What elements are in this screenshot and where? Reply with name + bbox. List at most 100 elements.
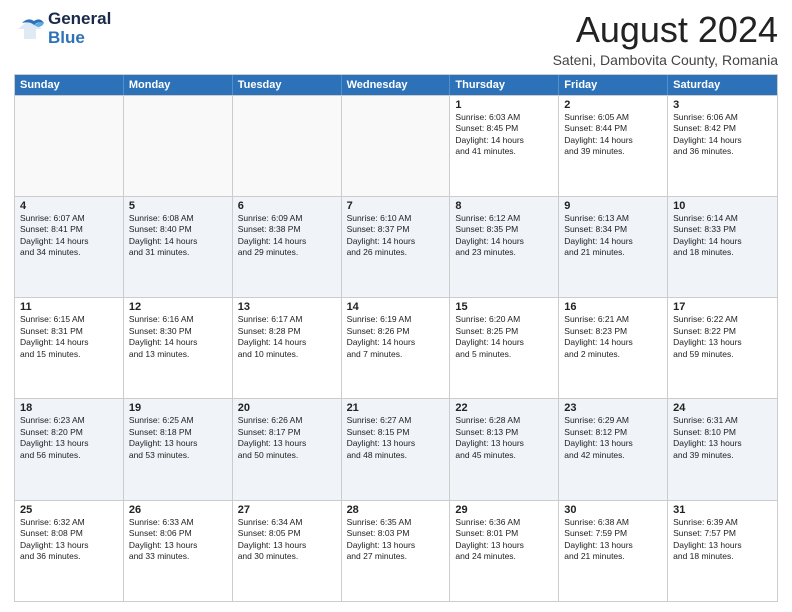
day-number: 27: [238, 504, 336, 516]
calendar-cell: 30Sunrise: 6:38 AM Sunset: 7:59 PM Dayli…: [559, 501, 668, 601]
calendar-cell: 27Sunrise: 6:34 AM Sunset: 8:05 PM Dayli…: [233, 501, 342, 601]
day-info: Sunrise: 6:35 AM Sunset: 8:03 PM Dayligh…: [347, 517, 445, 563]
calendar-header: Sunday Monday Tuesday Wednesday Thursday…: [15, 75, 777, 95]
day-number: 22: [455, 402, 553, 414]
calendar-cell: [124, 96, 233, 196]
calendar-row-2: 4Sunrise: 6:07 AM Sunset: 8:41 PM Daylig…: [15, 196, 777, 297]
day-info: Sunrise: 6:06 AM Sunset: 8:42 PM Dayligh…: [673, 112, 772, 158]
header-wednesday: Wednesday: [342, 75, 451, 95]
day-number: 16: [564, 301, 662, 313]
calendar-cell: 31Sunrise: 6:39 AM Sunset: 7:57 PM Dayli…: [668, 501, 777, 601]
header-thursday: Thursday: [450, 75, 559, 95]
day-number: 26: [129, 504, 227, 516]
calendar-cell: [233, 96, 342, 196]
calendar-row-1: 1Sunrise: 6:03 AM Sunset: 8:45 PM Daylig…: [15, 95, 777, 196]
day-number: 7: [347, 200, 445, 212]
logo-blue: Blue: [48, 29, 111, 48]
day-info: Sunrise: 6:21 AM Sunset: 8:23 PM Dayligh…: [564, 314, 662, 360]
header-monday: Monday: [124, 75, 233, 95]
day-info: Sunrise: 6:29 AM Sunset: 8:12 PM Dayligh…: [564, 415, 662, 461]
day-number: 25: [20, 504, 118, 516]
day-number: 14: [347, 301, 445, 313]
day-info: Sunrise: 6:20 AM Sunset: 8:25 PM Dayligh…: [455, 314, 553, 360]
day-info: Sunrise: 6:16 AM Sunset: 8:30 PM Dayligh…: [129, 314, 227, 360]
calendar-cell: 18Sunrise: 6:23 AM Sunset: 8:20 PM Dayli…: [15, 399, 124, 499]
calendar-cell: 13Sunrise: 6:17 AM Sunset: 8:28 PM Dayli…: [233, 298, 342, 398]
day-info: Sunrise: 6:39 AM Sunset: 7:57 PM Dayligh…: [673, 517, 772, 563]
day-number: 18: [20, 402, 118, 414]
day-number: 5: [129, 200, 227, 212]
calendar-cell: 12Sunrise: 6:16 AM Sunset: 8:30 PM Dayli…: [124, 298, 233, 398]
day-info: Sunrise: 6:03 AM Sunset: 8:45 PM Dayligh…: [455, 112, 553, 158]
day-info: Sunrise: 6:12 AM Sunset: 8:35 PM Dayligh…: [455, 213, 553, 259]
page: General Blue August 2024 Sateni, Dambovi…: [0, 0, 792, 612]
calendar-cell: 21Sunrise: 6:27 AM Sunset: 8:15 PM Dayli…: [342, 399, 451, 499]
header: General Blue August 2024 Sateni, Dambovi…: [14, 10, 778, 68]
calendar-cell: 4Sunrise: 6:07 AM Sunset: 8:41 PM Daylig…: [15, 197, 124, 297]
day-number: 15: [455, 301, 553, 313]
calendar-cell: 17Sunrise: 6:22 AM Sunset: 8:22 PM Dayli…: [668, 298, 777, 398]
calendar-row-4: 18Sunrise: 6:23 AM Sunset: 8:20 PM Dayli…: [15, 398, 777, 499]
day-number: 30: [564, 504, 662, 516]
calendar-cell: 26Sunrise: 6:33 AM Sunset: 8:06 PM Dayli…: [124, 501, 233, 601]
day-info: Sunrise: 6:25 AM Sunset: 8:18 PM Dayligh…: [129, 415, 227, 461]
calendar-cell: 28Sunrise: 6:35 AM Sunset: 8:03 PM Dayli…: [342, 501, 451, 601]
calendar-cell: 16Sunrise: 6:21 AM Sunset: 8:23 PM Dayli…: [559, 298, 668, 398]
day-info: Sunrise: 6:19 AM Sunset: 8:26 PM Dayligh…: [347, 314, 445, 360]
calendar-row-3: 11Sunrise: 6:15 AM Sunset: 8:31 PM Dayli…: [15, 297, 777, 398]
day-info: Sunrise: 6:05 AM Sunset: 8:44 PM Dayligh…: [564, 112, 662, 158]
calendar-cell: 22Sunrise: 6:28 AM Sunset: 8:13 PM Dayli…: [450, 399, 559, 499]
day-number: 6: [238, 200, 336, 212]
day-number: 24: [673, 402, 772, 414]
calendar-cell: 20Sunrise: 6:26 AM Sunset: 8:17 PM Dayli…: [233, 399, 342, 499]
calendar-cell: 9Sunrise: 6:13 AM Sunset: 8:34 PM Daylig…: [559, 197, 668, 297]
calendar-cell: 6Sunrise: 6:09 AM Sunset: 8:38 PM Daylig…: [233, 197, 342, 297]
day-info: Sunrise: 6:10 AM Sunset: 8:37 PM Dayligh…: [347, 213, 445, 259]
day-info: Sunrise: 6:07 AM Sunset: 8:41 PM Dayligh…: [20, 213, 118, 259]
day-info: Sunrise: 6:14 AM Sunset: 8:33 PM Dayligh…: [673, 213, 772, 259]
day-info: Sunrise: 6:09 AM Sunset: 8:38 PM Dayligh…: [238, 213, 336, 259]
calendar-cell: 10Sunrise: 6:14 AM Sunset: 8:33 PM Dayli…: [668, 197, 777, 297]
calendar-cell: 3Sunrise: 6:06 AM Sunset: 8:42 PM Daylig…: [668, 96, 777, 196]
calendar-body: 1Sunrise: 6:03 AM Sunset: 8:45 PM Daylig…: [15, 95, 777, 601]
calendar-cell: 23Sunrise: 6:29 AM Sunset: 8:12 PM Dayli…: [559, 399, 668, 499]
day-number: 29: [455, 504, 553, 516]
day-number: 20: [238, 402, 336, 414]
day-number: 17: [673, 301, 772, 313]
calendar-row-5: 25Sunrise: 6:32 AM Sunset: 8:08 PM Dayli…: [15, 500, 777, 601]
day-number: 13: [238, 301, 336, 313]
day-number: 11: [20, 301, 118, 313]
day-number: 8: [455, 200, 553, 212]
header-saturday: Saturday: [668, 75, 777, 95]
day-number: 21: [347, 402, 445, 414]
day-number: 3: [673, 99, 772, 111]
calendar-cell: 19Sunrise: 6:25 AM Sunset: 8:18 PM Dayli…: [124, 399, 233, 499]
day-info: Sunrise: 6:34 AM Sunset: 8:05 PM Dayligh…: [238, 517, 336, 563]
day-info: Sunrise: 6:38 AM Sunset: 7:59 PM Dayligh…: [564, 517, 662, 563]
day-info: Sunrise: 6:23 AM Sunset: 8:20 PM Dayligh…: [20, 415, 118, 461]
day-info: Sunrise: 6:28 AM Sunset: 8:13 PM Dayligh…: [455, 415, 553, 461]
calendar-cell: 29Sunrise: 6:36 AM Sunset: 8:01 PM Dayli…: [450, 501, 559, 601]
location: Sateni, Dambovita County, Romania: [553, 52, 778, 68]
logo-bird-icon: [14, 15, 46, 43]
day-number: 23: [564, 402, 662, 414]
day-info: Sunrise: 6:15 AM Sunset: 8:31 PM Dayligh…: [20, 314, 118, 360]
month-year: August 2024: [553, 10, 778, 50]
day-info: Sunrise: 6:22 AM Sunset: 8:22 PM Dayligh…: [673, 314, 772, 360]
day-info: Sunrise: 6:13 AM Sunset: 8:34 PM Dayligh…: [564, 213, 662, 259]
calendar-cell: 15Sunrise: 6:20 AM Sunset: 8:25 PM Dayli…: [450, 298, 559, 398]
day-info: Sunrise: 6:36 AM Sunset: 8:01 PM Dayligh…: [455, 517, 553, 563]
calendar-cell: [15, 96, 124, 196]
calendar-cell: 11Sunrise: 6:15 AM Sunset: 8:31 PM Dayli…: [15, 298, 124, 398]
day-info: Sunrise: 6:17 AM Sunset: 8:28 PM Dayligh…: [238, 314, 336, 360]
day-number: 4: [20, 200, 118, 212]
header-sunday: Sunday: [15, 75, 124, 95]
day-info: Sunrise: 6:31 AM Sunset: 8:10 PM Dayligh…: [673, 415, 772, 461]
day-number: 10: [673, 200, 772, 212]
calendar-cell: [342, 96, 451, 196]
day-info: Sunrise: 6:08 AM Sunset: 8:40 PM Dayligh…: [129, 213, 227, 259]
calendar-cell: 25Sunrise: 6:32 AM Sunset: 8:08 PM Dayli…: [15, 501, 124, 601]
day-info: Sunrise: 6:26 AM Sunset: 8:17 PM Dayligh…: [238, 415, 336, 461]
day-info: Sunrise: 6:33 AM Sunset: 8:06 PM Dayligh…: [129, 517, 227, 563]
day-number: 2: [564, 99, 662, 111]
